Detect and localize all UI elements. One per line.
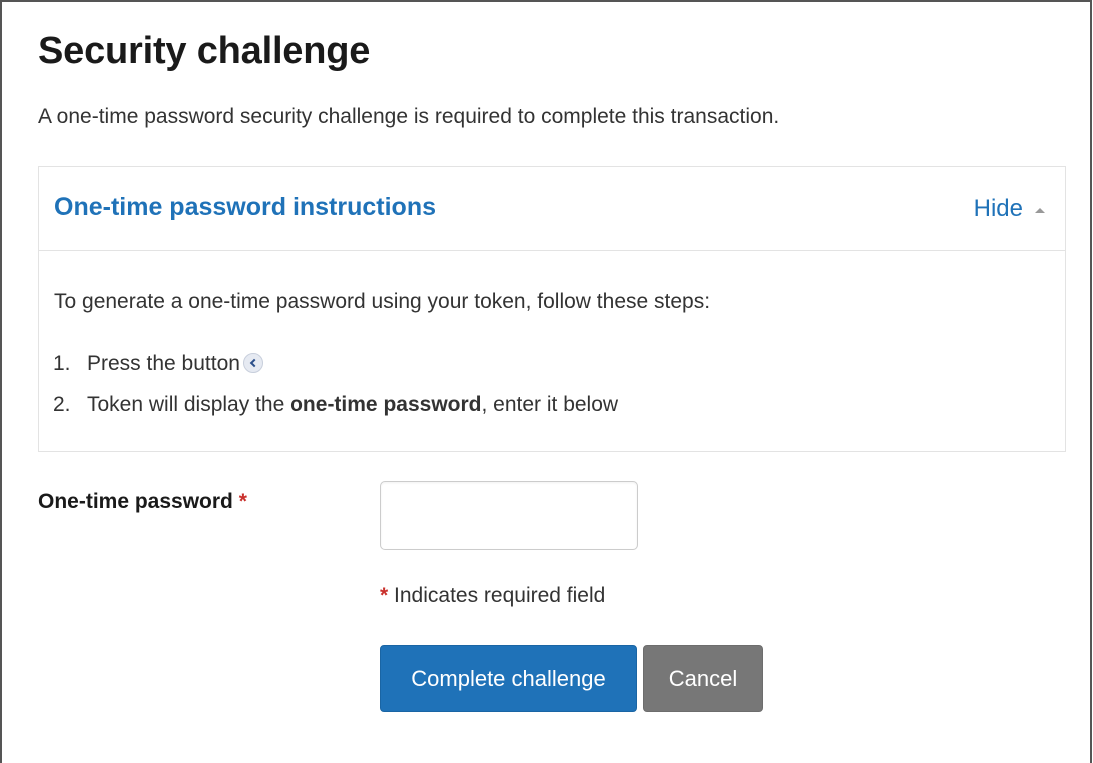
step-text: Press the button — [87, 352, 240, 375]
token-back-button-icon — [242, 353, 263, 373]
step-text-after: , enter it below — [481, 393, 619, 416]
hide-toggle-label: Hide — [973, 195, 1023, 222]
step-number: 2. — [53, 393, 71, 416]
required-marker: * — [238, 490, 247, 513]
intro-text: A one-time password security challenge i… — [38, 105, 780, 128]
required-marker: * — [380, 584, 389, 607]
step-number: 1. — [53, 352, 71, 375]
cancel-button[interactable]: Cancel — [643, 645, 763, 712]
instructions-panel-header: One-time password instructions Hide — [39, 167, 1065, 251]
otp-input[interactable] — [380, 481, 638, 550]
required-field-note: * Indicates required field — [380, 584, 605, 608]
otp-label-text: One-time password — [38, 490, 233, 513]
hide-instructions-toggle[interactable]: Hide — [974, 195, 1045, 223]
step-text-bold: one-time password — [290, 393, 482, 416]
instructions-panel-title: One-time password instructions — [54, 193, 437, 221]
required-note-text: Indicates required field — [394, 584, 606, 607]
instructions-lead: To generate a one-time password using yo… — [54, 290, 711, 313]
page-title: Security challenge — [38, 30, 371, 72]
complete-challenge-button[interactable]: Complete challenge — [380, 645, 637, 712]
instruction-step-2: 2. Token will display the one-time passwo… — [53, 393, 618, 417]
caret-up-icon — [1035, 207, 1045, 213]
otp-field-label: One-time password * — [38, 490, 247, 514]
step-text-before: Token will display the — [87, 393, 291, 416]
instruction-step-1: 1. Press the button — [53, 352, 263, 376]
page-frame: Security challenge A one-time password s… — [0, 0, 1092, 763]
